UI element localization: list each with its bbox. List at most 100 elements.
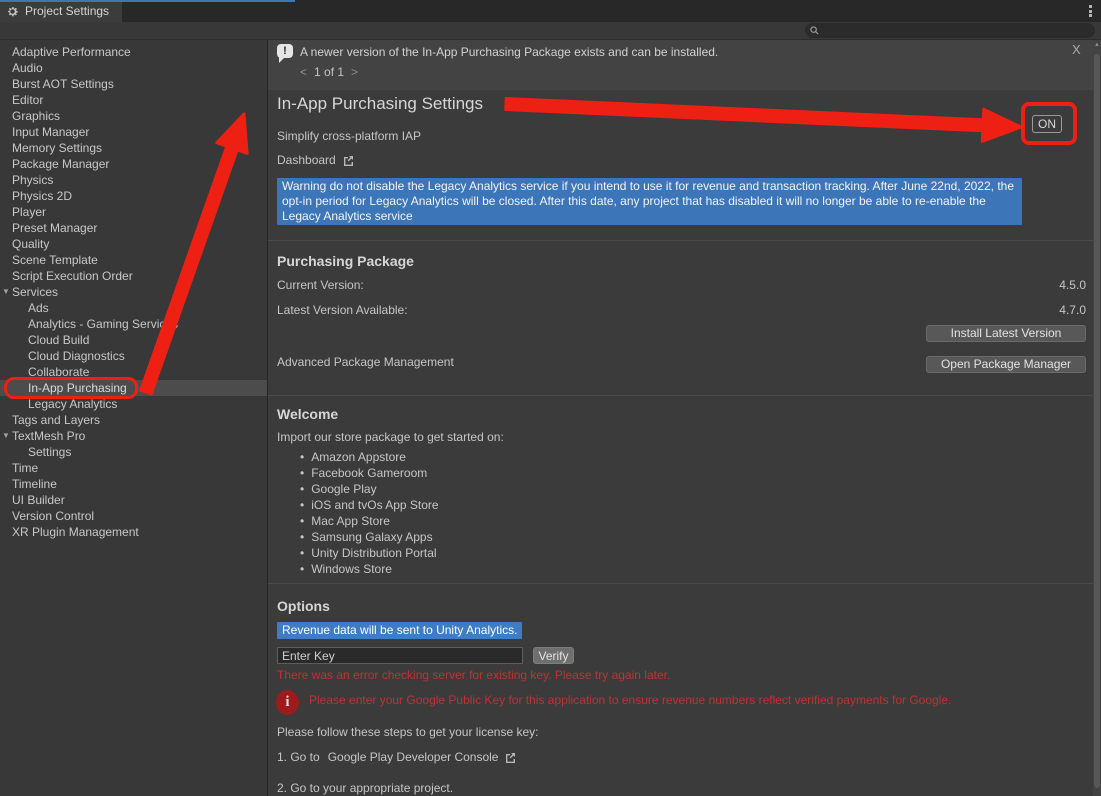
- sidebar-item-label: Scene Template: [12, 253, 98, 267]
- sidebar-item-label: XR Plugin Management: [12, 525, 139, 539]
- store-list-item: Mac App Store: [300, 513, 439, 529]
- dashboard-label: Dashboard: [277, 153, 336, 167]
- close-icon[interactable]: X: [1072, 42, 1081, 57]
- pager-next-button[interactable]: >: [351, 65, 358, 79]
- key-error-text: There was an error checking server for e…: [277, 668, 670, 682]
- store-list-item: Google Play: [300, 481, 439, 497]
- tab-project-settings[interactable]: Project Settings: [0, 0, 122, 22]
- tab-title: Project Settings: [25, 4, 109, 18]
- sidebar-list: Adaptive Performance Audio Burst AOT Setti…: [0, 44, 267, 540]
- sidebar-item-time[interactable]: Time: [0, 460, 267, 476]
- welcome-heading: Welcome: [277, 406, 338, 422]
- alert-bubble-icon: !: [277, 44, 293, 58]
- gear-icon: [6, 5, 19, 18]
- sidebar-item-tags-and-layers[interactable]: Tags and Layers: [0, 412, 267, 428]
- search-box[interactable]: [805, 23, 1095, 38]
- revenue-note: Revenue data will be sent to Unity Analy…: [277, 622, 522, 639]
- current-version-value: 4.5.0: [1059, 278, 1086, 292]
- sidebar-item-label: Burst AOT Settings: [12, 77, 114, 91]
- sidebar-item-cloud-diagnostics[interactable]: Cloud Diagnostics: [0, 348, 267, 364]
- toolbar: [0, 22, 1101, 40]
- sidebar-item-adaptive-performance[interactable]: Adaptive Performance: [0, 44, 267, 60]
- sidebar-item-textmesh-pro[interactable]: ▼TextMesh Pro: [0, 428, 267, 444]
- sidebar-item-input-manager[interactable]: Input Manager: [0, 124, 267, 140]
- step-1-row: 1. Go to Google Play Developer Console: [277, 750, 517, 764]
- store-list-item: Samsung Galaxy Apps: [300, 529, 439, 545]
- sidebar-item-in-app-purchasing[interactable]: In-App Purchasing: [0, 380, 267, 396]
- store-list-item: Amazon Appstore: [300, 449, 439, 465]
- sidebar-item-burst-aot-settings[interactable]: Burst AOT Settings: [0, 76, 267, 92]
- sidebar-item-label: TextMesh Pro: [12, 429, 85, 443]
- google-key-warning: Please enter your Google Public Key for …: [309, 693, 1086, 707]
- sidebar-item-label: Services: [12, 285, 58, 299]
- key-input[interactable]: [277, 647, 523, 664]
- step-1-prefix: 1. Go to: [277, 750, 320, 764]
- sidebar-item-label: Quality: [12, 237, 49, 251]
- sidebar-item-label: Graphics: [12, 109, 60, 123]
- store-list-item: Facebook Gameroom: [300, 465, 439, 481]
- page-subtitle: Simplify cross-platform IAP: [277, 129, 421, 143]
- notification-pager: < 1 of 1 >: [300, 65, 358, 79]
- kebab-menu-icon[interactable]: [1085, 4, 1095, 18]
- open-package-manager-button[interactable]: Open Package Manager: [926, 356, 1086, 373]
- sidebar-item-preset-manager[interactable]: Preset Manager: [0, 220, 267, 236]
- sidebar-item-label: Player: [12, 205, 46, 219]
- latest-version-row: Latest Version Available: 4.7.0: [277, 303, 1086, 317]
- sidebar-item-collaborate[interactable]: Collaborate: [0, 364, 267, 380]
- sidebar-item-audio[interactable]: Audio: [0, 60, 267, 76]
- pager-label: 1 of 1: [314, 65, 344, 79]
- sidebar-item-analytics-gaming-services[interactable]: Analytics - Gaming Services: [0, 316, 267, 332]
- search-icon: [810, 26, 819, 35]
- current-version-label: Current Version:: [277, 278, 364, 292]
- verify-button[interactable]: Verify: [533, 647, 574, 664]
- sidebar-item-physics[interactable]: Physics: [0, 172, 267, 188]
- current-version-row: Current Version: 4.5.0: [277, 278, 1086, 292]
- pager-prev-button[interactable]: <: [300, 65, 307, 79]
- sidebar-item-ui-builder[interactable]: UI Builder: [0, 492, 267, 508]
- scrollbar-thumb[interactable]: [1094, 54, 1100, 788]
- google-play-console-link[interactable]: Google Play Developer Console: [328, 750, 499, 764]
- sidebar-item-label: Cloud Build: [28, 333, 89, 347]
- sidebar-item-label: Cloud Diagnostics: [28, 349, 125, 363]
- sidebar-item-settings[interactable]: Settings: [0, 444, 267, 460]
- sidebar-item-label: In-App Purchasing: [28, 381, 127, 395]
- sidebar-item-label: Audio: [12, 61, 43, 75]
- sidebar-item-label: Physics 2D: [12, 189, 72, 203]
- advanced-package-label: Advanced Package Management: [277, 355, 454, 369]
- sidebar-item-ads[interactable]: Ads: [0, 300, 267, 316]
- sidebar-item-script-execution-order[interactable]: Script Execution Order: [0, 268, 267, 284]
- sidebar-item-memory-settings[interactable]: Memory Settings: [0, 140, 267, 156]
- sidebar-item-version-control[interactable]: Version Control: [0, 508, 267, 524]
- sidebar-item-quality[interactable]: Quality: [0, 236, 267, 252]
- sidebar-item-legacy-analytics[interactable]: Legacy Analytics: [0, 396, 267, 412]
- foldout-icon[interactable]: ▼: [2, 428, 10, 444]
- external-link-icon: [504, 751, 517, 764]
- sidebar-item-cloud-build[interactable]: Cloud Build: [0, 332, 267, 348]
- sidebar-item-package-manager[interactable]: Package Manager: [0, 156, 267, 172]
- latest-version-label: Latest Version Available:: [277, 303, 408, 317]
- sidebar-item-graphics[interactable]: Graphics: [0, 108, 267, 124]
- sidebar-item-label: Timeline: [12, 477, 57, 491]
- search-input[interactable]: [823, 25, 1083, 37]
- sidebar-item-services[interactable]: ▼Services: [0, 284, 267, 300]
- install-latest-version-button[interactable]: Install Latest Version: [926, 325, 1086, 342]
- sidebar-item-physics-2d[interactable]: Physics 2D: [0, 188, 267, 204]
- dashboard-link[interactable]: Dashboard: [277, 153, 355, 167]
- sidebar-item-label: Adaptive Performance: [12, 45, 131, 59]
- vertical-scrollbar: ▲: [1093, 40, 1101, 796]
- sidebar-item-player[interactable]: Player: [0, 204, 267, 220]
- sidebar-item-xr-plugin-management[interactable]: XR Plugin Management: [0, 524, 267, 540]
- sidebar-item-label: Analytics - Gaming Services: [28, 317, 178, 331]
- page-title: In-App Purchasing Settings: [277, 94, 483, 114]
- notification-bar: ! A newer version of the In-App Purchasi…: [268, 40, 1093, 90]
- foldout-icon[interactable]: ▼: [2, 284, 10, 300]
- scroll-up-icon[interactable]: ▲: [1093, 42, 1101, 48]
- service-toggle-on-button[interactable]: ON: [1032, 115, 1062, 133]
- sidebar-item-timeline[interactable]: Timeline: [0, 476, 267, 492]
- steps-intro: Please follow these steps to get your li…: [277, 725, 538, 739]
- sidebar-item-label: Package Manager: [12, 157, 109, 171]
- sidebar-item-scene-template[interactable]: Scene Template: [0, 252, 267, 268]
- store-list: Amazon AppstoreFacebook GameroomGoogle P…: [300, 449, 439, 577]
- section-divider: [268, 240, 1093, 241]
- sidebar-item-editor[interactable]: Editor: [0, 92, 267, 108]
